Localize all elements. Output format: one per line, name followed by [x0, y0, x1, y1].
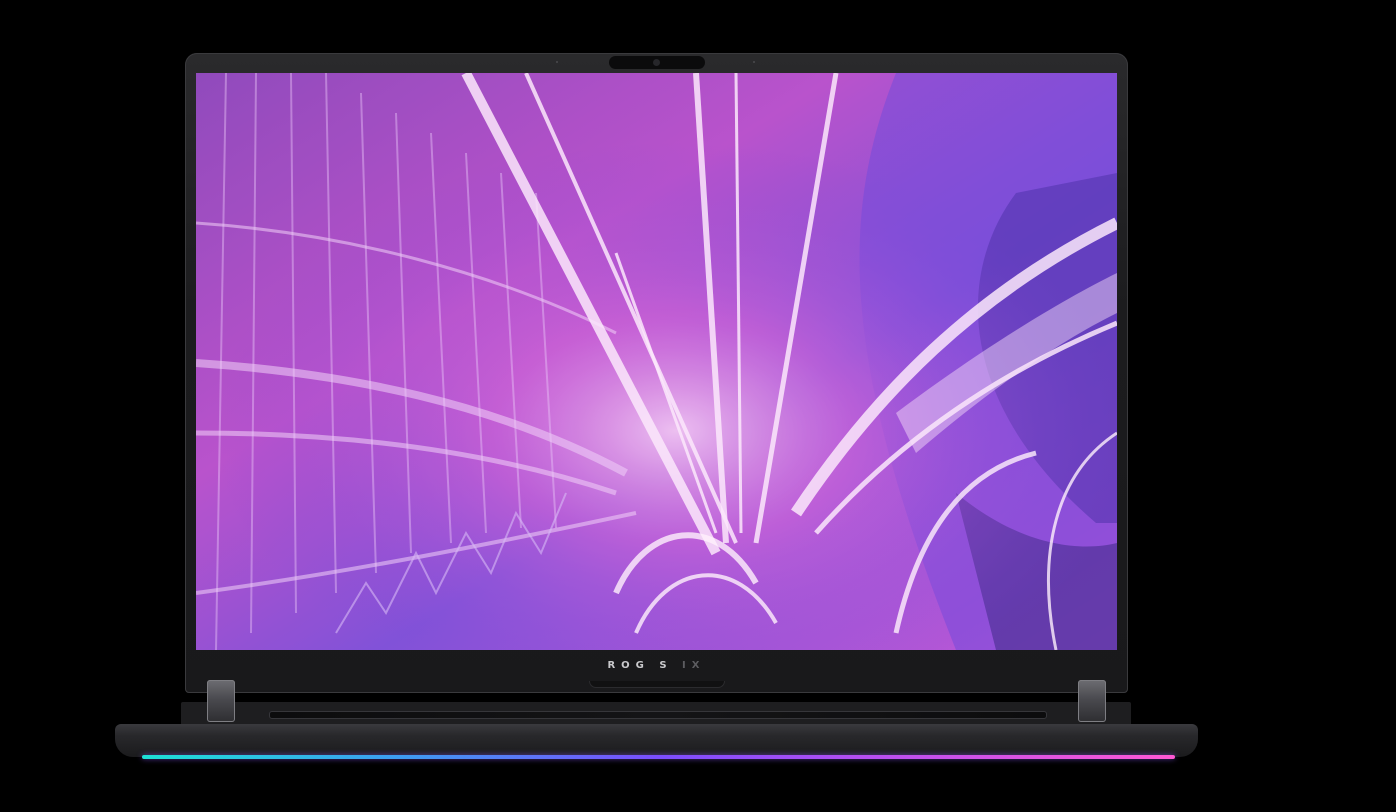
microphone-icon	[753, 61, 755, 63]
product-photo: ROG S IX	[0, 0, 1396, 812]
rgb-light-bar	[142, 755, 1175, 759]
hinge-left	[207, 680, 235, 722]
hinge-right	[1078, 680, 1106, 722]
webcam-icon	[653, 59, 660, 66]
cooling-vent	[269, 711, 1047, 719]
brand-logo-text: ROG S	[607, 660, 673, 671]
laptop-lid: ROG S IX	[185, 53, 1128, 693]
display-screen	[196, 73, 1117, 650]
brand-logo: ROG S IX	[185, 660, 1128, 671]
microphone-icon	[556, 61, 558, 63]
wallpaper-abstract-art	[196, 73, 1117, 650]
webcam-bar	[609, 56, 705, 69]
brand-logo-text-faded: IX	[672, 660, 706, 671]
laptop-base	[115, 724, 1198, 757]
lid-lip	[589, 681, 725, 688]
